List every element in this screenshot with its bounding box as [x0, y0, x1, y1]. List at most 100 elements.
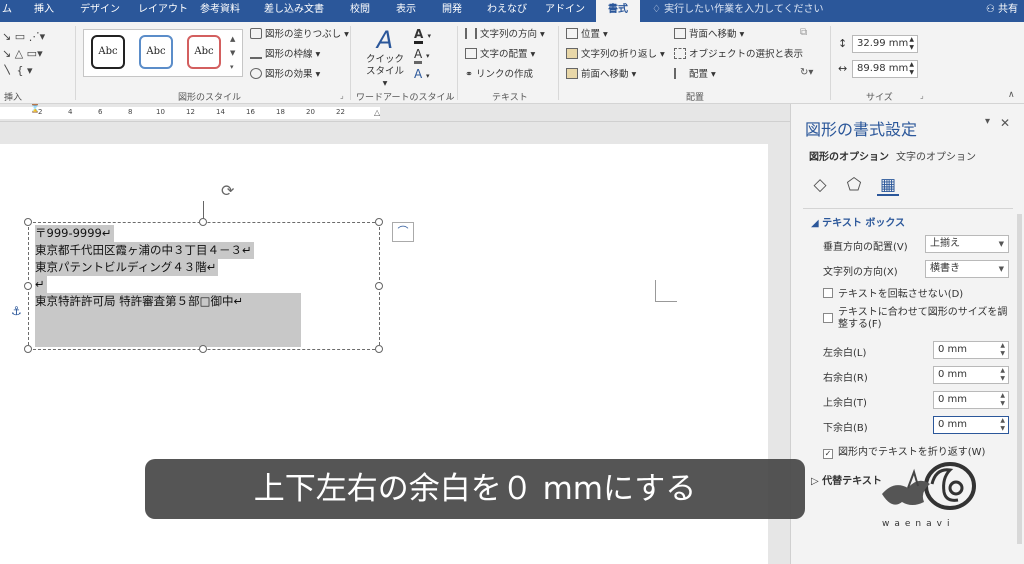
tab-insert[interactable]: 挿入 [34, 0, 54, 22]
horizontal-ruler[interactable]: 2 4 6 8 10 12 14 16 18 20 22 ⌛ △ [0, 104, 790, 122]
tab-format[interactable]: 書式 [596, 0, 640, 22]
resize-handle[interactable] [199, 345, 207, 353]
address-text-box[interactable]: ⟳ 〒999-9999↵ 東京都千代田区霞ヶ浦の中３丁目４－３↵ 東京パテントビ… [24, 181, 383, 353]
selection-pane-button[interactable]: オブジェクトの選択と表示 [674, 47, 803, 63]
tab-references[interactable]: 参考資料 [200, 0, 240, 22]
text-outline-button[interactable]: A ▾ [414, 47, 430, 64]
text-direction-value: 横書き [930, 263, 960, 274]
shape-effects-button[interactable]: 図形の効果 ▾ [250, 67, 320, 83]
resize-handle[interactable] [375, 345, 383, 353]
share-button[interactable]: ⚇ 共有 [986, 0, 1018, 22]
tab-view[interactable]: 表示 [396, 0, 416, 22]
quick-styles-label-2: スタイル ▾ [365, 66, 404, 89]
shape-style-blue[interactable]: Abc [139, 35, 173, 69]
pane-scrollbar[interactable] [1017, 214, 1022, 544]
tell-me-box[interactable]: ♢ 実行したい作業を入力してください [652, 0, 824, 22]
spinner-arrows[interactable]: ▲ ▼ [1000, 392, 1005, 408]
autofit-checkbox[interactable]: テキストに合わせて図形のサイズを調整する(F) [823, 307, 1009, 331]
spinner-arrows[interactable]: ▲ ▼ [1000, 417, 1005, 433]
text-box-section-header[interactable]: ◢ テキスト ボックス [811, 214, 905, 229]
quick-styles-button[interactable]: A クイック スタイル ▾ [363, 26, 407, 89]
shape-effects-icon[interactable]: ⬠ [843, 174, 865, 196]
text-direction-select[interactable]: 横書き ▼ [925, 260, 1009, 278]
tab-text-options[interactable]: 文字のオプション [896, 148, 976, 163]
left-margin-input[interactable]: 0 mm ▲ ▼ [933, 341, 1009, 359]
bottom-margin-input[interactable]: 0 mm ▲ ▼ [933, 416, 1009, 434]
top-margin-input[interactable]: 0 mm ▲ ▼ [933, 391, 1009, 409]
checkbox-box[interactable] [823, 288, 833, 298]
shape-fill-button[interactable]: 図形の塗りつぶし ▾ [250, 27, 349, 43]
ruler-number: 10 [156, 108, 165, 116]
share-label: 共有 [998, 4, 1018, 15]
spinner-arrows[interactable]: ▲ ▼ [1000, 342, 1005, 358]
tab-home[interactable]: ム [2, 0, 12, 22]
bring-forward-button[interactable]: 前面へ移動 ▾ [566, 67, 636, 83]
text-line[interactable]: ↵ [35, 276, 47, 293]
text-line[interactable]: 東京特許許可局 特許審査第５部□御中↵ [35, 293, 301, 347]
right-margin-input[interactable]: 0 mm ▲ ▼ [933, 366, 1009, 384]
layout-properties-icon[interactable]: ▦ [877, 174, 899, 196]
group-objects-button[interactable]: ⧉ [800, 27, 807, 38]
rotate-handle-icon[interactable]: ⟳ [221, 181, 234, 200]
text-line[interactable]: 東京パテントビルディング４３階↵ [35, 259, 219, 276]
resize-handle[interactable] [199, 218, 207, 226]
pane-options-icon[interactable]: ▾ [985, 116, 990, 127]
text-effects-button[interactable]: A ▾ [414, 67, 430, 81]
dialog-launcher-icon[interactable]: ⌟ [447, 91, 451, 100]
height-input[interactable]: 32.99 mm ▲ ▼ [852, 35, 918, 53]
spinner-arrows[interactable]: ▲ ▼ [909, 61, 914, 77]
rotate-objects-button[interactable]: ↻▾ [800, 67, 813, 78]
ruler-number: 8 [128, 108, 133, 116]
text-direction-button[interactable]: 文字列の方向 ▾ [465, 27, 545, 43]
anchor-icon: ⚓ [11, 304, 22, 318]
align-text-button[interactable]: 文字の配置 ▾ [465, 47, 535, 63]
layout-options-icon[interactable]: ⌒ [392, 222, 414, 242]
shape-style-red[interactable]: Abc [187, 35, 221, 69]
gallery-scroll[interactable]: ▲ ▼ ▾ [230, 32, 235, 74]
text-line[interactable]: 東京都千代田区霞ヶ浦の中３丁目４－３↵ [35, 242, 254, 259]
tab-waenavi[interactable]: わえなび [487, 0, 527, 22]
checkbox-box[interactable] [823, 313, 833, 323]
insert-shapes-gallery[interactable]: ↘ ▭ ⋰▾ ↘ △ ▭▾ 〵 { ▾ [0, 28, 66, 84]
resize-handle[interactable] [24, 282, 32, 290]
text-line[interactable]: 〒999-9999↵ [35, 225, 114, 242]
align-text-icon [465, 48, 477, 59]
fill-line-icon[interactable]: ◇ [809, 174, 831, 196]
tab-shape-options[interactable]: 図形のオプション [809, 148, 889, 163]
no-rotate-checkbox[interactable]: テキストを回転させない(D) [823, 285, 963, 300]
collapse-ribbon-icon[interactable]: ∧ [1008, 90, 1015, 100]
spinner-arrows[interactable]: ▲ ▼ [909, 36, 914, 52]
align-button[interactable]: 配置 ▾ [674, 67, 716, 83]
resize-handle[interactable] [375, 282, 383, 290]
create-link-button[interactable]: ⚭ リンクの作成 [465, 67, 533, 83]
wrap-text-button[interactable]: 文字列の折り返し ▾ [566, 47, 665, 63]
tab-layout[interactable]: レイアウト [138, 0, 188, 22]
width-input[interactable]: 89.98 mm ▲ ▼ [852, 60, 918, 78]
indent-marker[interactable]: △ [374, 108, 380, 117]
send-backward-button[interactable]: 背面へ移動 ▾ [674, 27, 744, 43]
position-icon [566, 28, 578, 39]
shape-style-black[interactable]: Abc [91, 35, 125, 69]
tab-addins[interactable]: アドイン [545, 0, 585, 22]
tab-review[interactable]: 校閲 [350, 0, 370, 22]
resize-handle[interactable] [375, 218, 383, 226]
tab-design[interactable]: デザイン [80, 0, 120, 22]
align-label: 配置 [689, 69, 709, 80]
spinner-arrows[interactable]: ▲ ▼ [1000, 367, 1005, 383]
position-button[interactable]: 位置 ▾ [566, 27, 608, 43]
dialog-launcher-icon[interactable]: ⌟ [340, 91, 344, 100]
resize-handle[interactable] [24, 345, 32, 353]
shape-outline-button[interactable]: 図形の枠線 ▾ [250, 47, 320, 63]
ruler-number: 12 [186, 108, 195, 116]
dialog-launcher-icon[interactable]: ⌟ [920, 91, 924, 100]
top-margin-value: 0 mm [938, 394, 968, 405]
tab-developer[interactable]: 開発 [442, 0, 462, 22]
close-icon[interactable]: ✕ [1000, 116, 1010, 130]
checkbox-checked[interactable]: ✓ [823, 449, 833, 459]
text-fill-button[interactable]: A ▾ [414, 27, 431, 44]
indent-marker[interactable]: ⌛ [30, 104, 40, 113]
tab-mailings[interactable]: 差し込み文書 [264, 0, 324, 22]
wrap-text-checkbox[interactable]: ✓ 図形内でテキストを折り返す(W) [823, 443, 985, 459]
resize-handle[interactable] [24, 218, 32, 226]
vertical-align-select[interactable]: 上揃え ▼ [925, 235, 1009, 253]
